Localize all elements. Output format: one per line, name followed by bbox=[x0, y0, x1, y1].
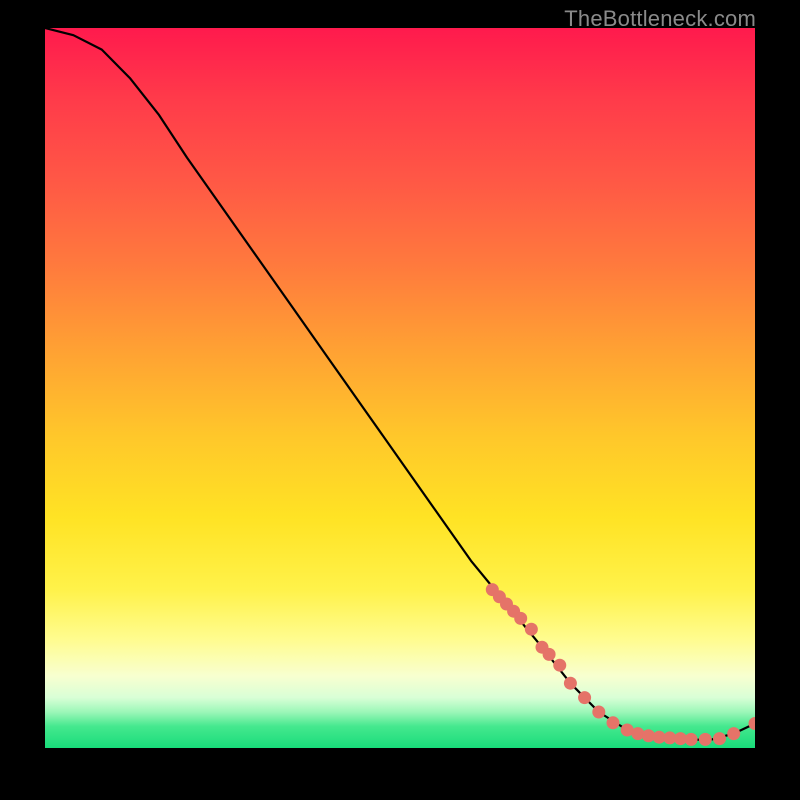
marker-point bbox=[525, 623, 538, 636]
marker-point bbox=[553, 659, 566, 672]
chart-svg bbox=[45, 28, 755, 748]
marker-point bbox=[727, 727, 740, 740]
marker-point bbox=[713, 732, 726, 745]
marker-point bbox=[699, 733, 712, 746]
chart-frame: TheBottleneck.com bbox=[0, 0, 800, 800]
plot-area bbox=[45, 28, 755, 748]
marker-point bbox=[607, 716, 620, 729]
marker-point bbox=[514, 612, 527, 625]
marker-point bbox=[749, 717, 756, 730]
bottleneck-curve-path bbox=[45, 28, 755, 740]
highlighted-points-group bbox=[486, 583, 755, 746]
marker-point bbox=[592, 706, 605, 719]
marker-point bbox=[685, 733, 698, 746]
marker-point bbox=[543, 648, 556, 661]
marker-point bbox=[578, 691, 591, 704]
marker-point bbox=[564, 677, 577, 690]
